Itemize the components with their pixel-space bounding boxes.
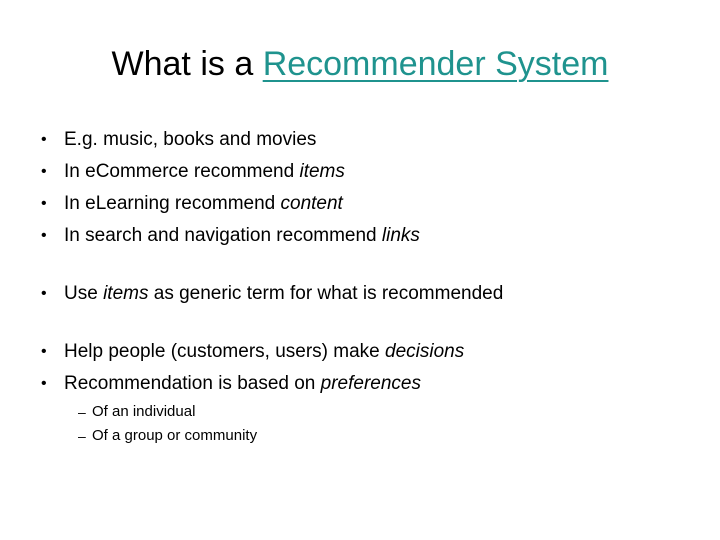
sub-list-item-text: Of an individual: [92, 403, 196, 420]
list-item-text: E.g. music, books and movies: [64, 129, 317, 150]
list-item: • In eCommerce recommend items: [34, 156, 694, 188]
list-item-text: Use items as generic term for what is re…: [64, 283, 504, 304]
list-item-text: In eLearning recommend content: [64, 193, 343, 214]
sub-list-item: – Of a group or community: [34, 424, 694, 448]
bullet-marker-icon: •: [41, 375, 47, 392]
bullet-marker-icon: •: [41, 343, 47, 360]
bullet-group-3: • Help people (customers, users) make de…: [34, 336, 694, 448]
slide-title: What is a Recommender System: [0, 44, 720, 84]
bullet-marker-icon: •: [41, 195, 47, 212]
bullet-marker-icon: •: [41, 285, 47, 302]
bullet-marker-icon: •: [41, 163, 47, 180]
sub-list-item: – Of an individual: [34, 400, 694, 424]
dash-marker-icon: –: [78, 404, 86, 420]
list-item: • Recommendation is based on preferences: [34, 368, 694, 400]
list-item: • In search and navigation recommend lin…: [34, 220, 694, 252]
list-item: • In eLearning recommend content: [34, 188, 694, 220]
bullet-marker-icon: •: [41, 227, 47, 244]
list-item: • E.g. music, books and movies: [34, 124, 694, 156]
list-item-text: In search and navigation recommend links: [64, 225, 420, 246]
title-line: What is a Recommender System: [0, 44, 720, 84]
bullet-marker-icon: •: [41, 131, 47, 148]
title-plain-text: What is a: [111, 45, 263, 83]
list-item: • Use items as generic term for what is …: [34, 278, 694, 310]
list-item-text: In eCommerce recommend items: [64, 161, 345, 182]
bullet-group-2: • Use items as generic term for what is …: [34, 278, 694, 310]
list-item: • Help people (customers, users) make de…: [34, 336, 694, 368]
slide-canvas: What is a Recommender System • E.g. musi…: [0, 0, 720, 540]
dash-marker-icon: –: [78, 428, 86, 444]
sub-list-item-text: Of a group or community: [92, 427, 258, 444]
list-item-text: Recommendation is based on preferences: [64, 373, 421, 394]
bullet-group-1: • E.g. music, books and movies • In eCom…: [34, 124, 694, 252]
title-accent-text: Recommender System: [262, 45, 609, 83]
list-item-text: Help people (customers, users) make deci…: [64, 341, 465, 362]
slide-body: • E.g. music, books and movies • In eCom…: [34, 124, 694, 448]
